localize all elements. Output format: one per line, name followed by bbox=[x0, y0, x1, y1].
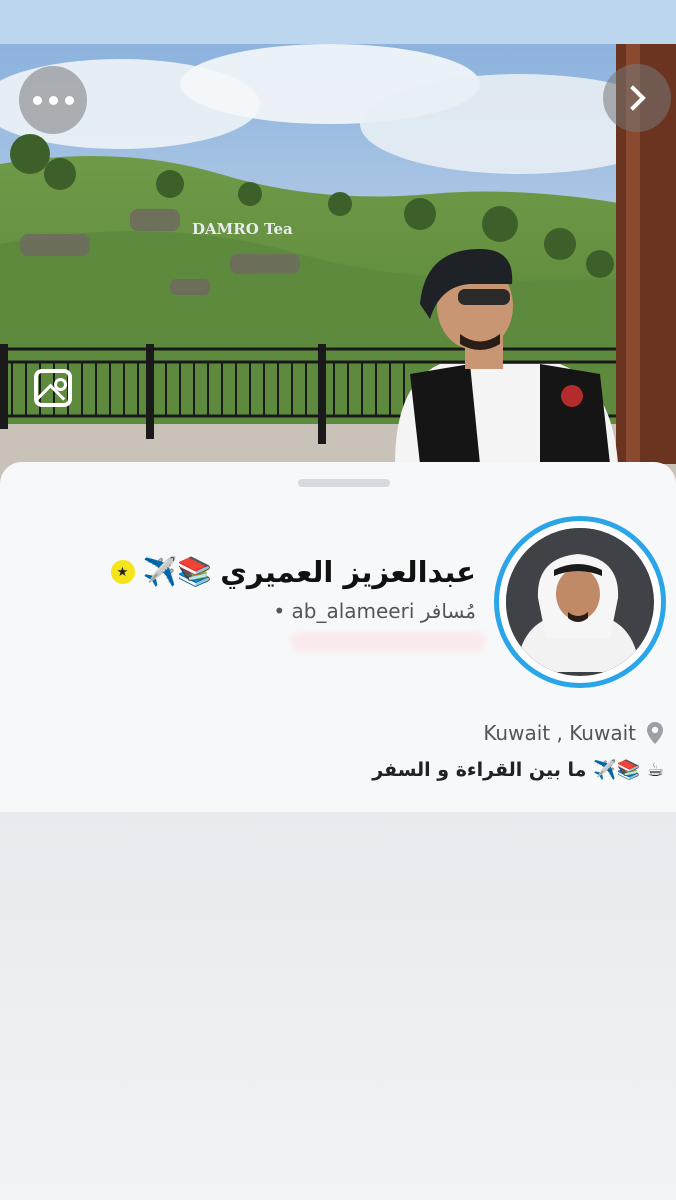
username: • ab_alameeri مُسافر bbox=[273, 599, 476, 623]
chevron-right-icon bbox=[620, 85, 646, 111]
image-gallery-icon[interactable] bbox=[34, 369, 72, 407]
display-name: عبدالعزيز العميري bbox=[220, 555, 476, 589]
more-options-button[interactable] bbox=[19, 66, 87, 134]
avatar-photo bbox=[506, 528, 654, 676]
star-badge-icon[interactable]: ★ bbox=[110, 560, 135, 584]
more-horizontal-icon bbox=[32, 95, 74, 105]
redacted-line bbox=[290, 632, 486, 652]
next-button[interactable] bbox=[603, 64, 671, 132]
avatar[interactable] bbox=[494, 516, 666, 688]
profile-screen: DAMRO Tea ★ ✈️📚 عبدالعزيز العميري • ab_a… bbox=[0, 0, 676, 1200]
profile-sheet: ★ ✈️📚 عبدالعزيز العميري • ab_alameeri مُ… bbox=[0, 462, 676, 812]
location-text: Kuwait , Kuwait bbox=[483, 721, 636, 745]
location-pin-icon bbox=[647, 722, 663, 744]
location-row: Kuwait , Kuwait bbox=[483, 718, 664, 748]
bio: ما بين القراءة و السفر ✈️📚 ☕ bbox=[372, 759, 664, 781]
name-emojis: ✈️📚 bbox=[142, 555, 213, 588]
content-area bbox=[0, 812, 676, 1200]
banner-scene: DAMRO Tea bbox=[0, 44, 676, 484]
sheet-grabber-handle[interactable] bbox=[298, 479, 390, 487]
status-area bbox=[0, 0, 676, 44]
banner-photo[interactable]: DAMRO Tea bbox=[0, 44, 676, 484]
banner-sign: DAMRO Tea bbox=[192, 220, 293, 238]
name-row: ★ ✈️📚 عبدالعزيز العميري bbox=[110, 550, 476, 594]
